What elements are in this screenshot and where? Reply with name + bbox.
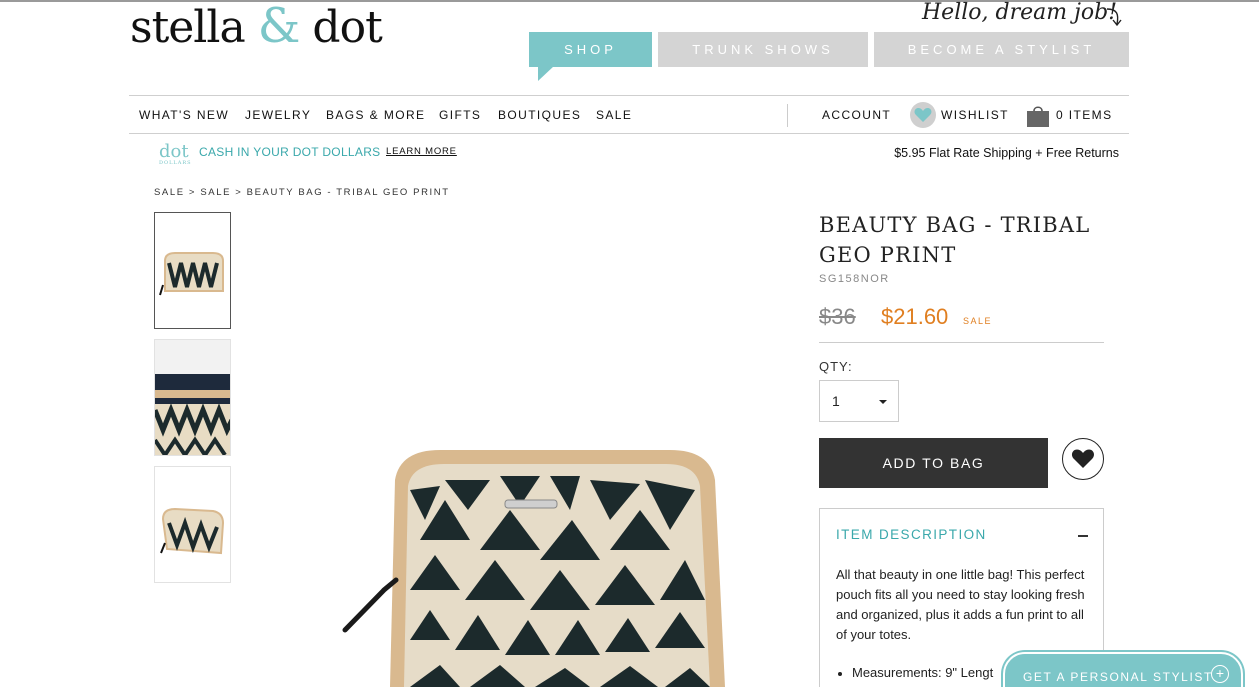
sale-price: $21.60 [881, 304, 949, 329]
brand-logo[interactable]: stella & dot [130, 0, 383, 54]
plus-icon: + [1211, 665, 1229, 683]
tab-shop[interactable]: SHOP [529, 32, 652, 67]
nav-bags-more[interactable]: BAGS & MORE [326, 108, 425, 122]
tab-shop-pointer [538, 66, 554, 81]
nav-gifts[interactable]: GIFTS [439, 108, 481, 122]
wishlist-heart-icon[interactable] [910, 102, 936, 128]
qty-label: QTY: [819, 359, 853, 374]
dot-dollars-logo-sub: DOLLARS [159, 160, 192, 166]
nav-account[interactable]: ACCOUNT [822, 108, 891, 122]
nav-boutiques[interactable]: BOUTIQUES [498, 108, 581, 122]
qty-select[interactable]: 1 [819, 380, 899, 422]
nav-divider [787, 104, 788, 127]
main-nav: WHAT'S NEW JEWELRY BAGS & MORE GIFTS BOU… [129, 95, 1129, 134]
cash-in-dot-dollars[interactable]: CASH IN YOUR DOT DOLLARS [199, 145, 380, 159]
personal-stylist-button[interactable]: GET A PERSONAL STYLIST + [1003, 652, 1243, 687]
tagline: Hello, dream job! [922, 0, 1118, 25]
product-thumbnail-1[interactable] [154, 212, 231, 329]
tab-trunk-shows[interactable]: TRUNK SHOWS [658, 32, 868, 67]
product-main-image[interactable] [340, 440, 740, 687]
dot-dollars-logo: dot DOLLARS [159, 143, 192, 166]
product-sku: SG158NOR [819, 273, 890, 285]
nav-cart-count[interactable]: 0 ITEMS [1056, 108, 1112, 122]
add-to-bag-button[interactable]: ADD TO BAG [819, 438, 1048, 488]
price-divider [819, 342, 1104, 343]
logo-text-stella: stella [130, 2, 246, 53]
learn-more-link[interactable]: LEARN MORE [386, 146, 457, 157]
shipping-message: $5.95 Flat Rate Shipping + Free Returns [894, 146, 1119, 160]
breadcrumb[interactable]: SALE > SALE > BEAUTY BAG - TRIBAL GEO PR… [154, 187, 450, 198]
measurements-bullet: Measurements: 9" Lengt [852, 665, 994, 680]
original-price: $36 [819, 304, 856, 329]
logo-text-dot: dot [312, 2, 382, 53]
nav-sale[interactable]: SALE [596, 108, 632, 122]
product-thumbnail-2[interactable] [154, 339, 231, 456]
item-description-heading[interactable]: ITEM DESCRIPTION [836, 527, 987, 542]
product-thumbnail-3[interactable] [154, 466, 231, 583]
caret-down-icon [879, 400, 887, 404]
nav-whats-new[interactable]: WHAT'S NEW [139, 108, 229, 122]
nav-wishlist[interactable]: WISHLIST [941, 108, 1009, 122]
add-to-wishlist-button[interactable] [1062, 438, 1104, 480]
logo-ampersand: & [257, 0, 301, 54]
qty-value: 1 [832, 393, 840, 409]
arrow-down-icon [1106, 8, 1122, 27]
personal-stylist-label: GET A PERSONAL STYLIST [1023, 670, 1213, 684]
tab-become-a-stylist[interactable]: BECOME A STYLIST [874, 32, 1129, 67]
item-description-text: All that beauty in one little bag! This … [836, 567, 1085, 642]
product-title: BEAUTY BAG - TRIBAL GEO PRINT [819, 213, 1091, 267]
collapse-minus-icon[interactable] [1078, 535, 1088, 537]
heart-icon [1071, 449, 1095, 468]
shopping-bag-icon[interactable] [1025, 104, 1051, 128]
nav-jewelry[interactable]: JEWELRY [245, 108, 311, 122]
bullet-dot [838, 672, 842, 676]
promo-bar: dot DOLLARS CASH IN YOUR DOT DOLLARS LEA… [159, 143, 1119, 167]
sale-label: SALE [963, 316, 993, 326]
dot-dollars-logo-text: dot [159, 141, 189, 162]
